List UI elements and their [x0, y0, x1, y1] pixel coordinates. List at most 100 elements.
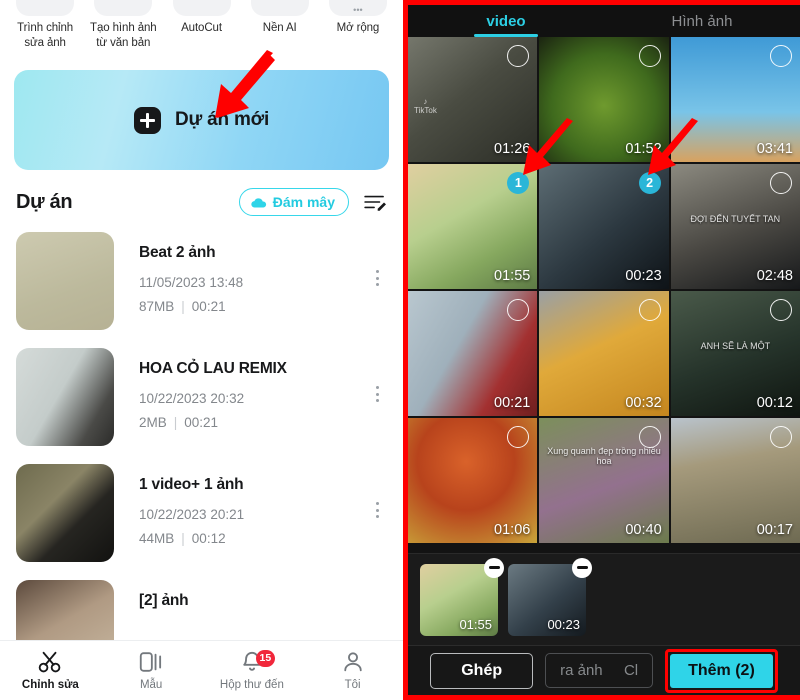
person-icon: [343, 652, 362, 672]
expand-icon: •••: [328, 0, 387, 16]
scissors-icon: [39, 651, 61, 673]
project-more-icon[interactable]: [367, 232, 387, 286]
feature-item-text-to-image[interactable]: Tạo hình ảnh từ văn bản: [84, 0, 162, 51]
new-project-button[interactable]: Dự án mới: [14, 70, 389, 170]
project-meta: 87MB | 00:21: [139, 299, 226, 314]
media-caption: Xung quanh đẹp trồng nhiều hoa: [547, 445, 661, 466]
media-duration: 01:26: [494, 141, 531, 157]
selected-chip[interactable]: 00:23: [508, 557, 592, 636]
action-bar: Ghép ra ảnh Cl Thêm (2): [408, 645, 800, 695]
select-order-badge[interactable]: 1: [507, 172, 530, 194]
chip-duration: 01:55: [459, 616, 492, 632]
media-cell[interactable]: 00:21: [408, 291, 538, 416]
project-thumbnail: [16, 464, 114, 562]
media-duration: 00:40: [625, 522, 662, 538]
media-cell[interactable]: 01:06: [408, 418, 538, 543]
nav-item-template[interactable]: Mẫu: [101, 650, 202, 691]
media-cell[interactable]: ♪ TikTok 01:26: [408, 37, 538, 162]
media-duration: 01:06: [494, 522, 531, 538]
nav-item-profile[interactable]: Tôi: [302, 650, 403, 691]
media-cell[interactable]: 00:17: [670, 418, 800, 543]
template-icon: [140, 652, 162, 672]
projects-section-header: Dự án Đám mây: [0, 170, 403, 226]
feature-label: Nền AI: [262, 22, 297, 34]
media-cell[interactable]: 2 00:23: [539, 164, 669, 289]
tab-image[interactable]: Hình ảnh: [604, 5, 800, 37]
tab-video[interactable]: video: [408, 5, 604, 37]
select-order-badge[interactable]: 2: [638, 172, 661, 194]
bottom-navigation: Chỉnh sửa Mẫu 15 Hộp thư đến Tôi: [0, 640, 403, 700]
select-circle-icon[interactable]: [638, 45, 661, 67]
table-row[interactable]: 1 video+ 1 ảnh 10/22/2023 20:21 44MB | 00:…: [0, 458, 403, 574]
feature-shortcut-row: Trình chỉnh sửa ảnh Tạo hình ảnh từ văn bả…: [0, 0, 403, 60]
extract-image-suffix: Cl: [623, 662, 639, 679]
selected-chip[interactable]: 01:55: [420, 557, 504, 636]
feature-item-autocut[interactable]: AutoCut: [162, 0, 240, 36]
autocut-icon: [172, 0, 231, 16]
cloud-icon: [251, 197, 266, 207]
minus-icon[interactable]: [484, 557, 504, 578]
project-thumbnail: [16, 348, 114, 446]
media-tabs: video Hình ảnh: [408, 5, 800, 37]
media-cell[interactable]: 1 01:55: [408, 164, 538, 289]
project-size: 44MB: [139, 531, 175, 546]
project-more-icon[interactable]: [367, 464, 387, 518]
select-circle-icon[interactable]: [769, 172, 792, 194]
table-row[interactable]: Beat 2 ảnh 11/05/2023 13:48 87MB | 00:21: [0, 226, 403, 342]
media-duration: 01:52: [625, 141, 662, 157]
new-project-label: Dự án mới: [174, 109, 270, 130]
sort-edit-icon[interactable]: [363, 193, 387, 211]
table-row[interactable]: HOA CỎ LAU REMIX 10/22/2023 20:32 2MB | 00…: [0, 342, 403, 458]
project-duration: 00:21: [184, 415, 219, 430]
select-circle-icon[interactable]: [769, 45, 792, 67]
inbox-badge: 15: [255, 650, 275, 667]
extract-image-button[interactable]: ra ảnh Cl: [545, 653, 654, 688]
project-meta: 2MB | 00:21: [139, 415, 219, 430]
media-duration: 00:17: [756, 522, 793, 538]
cloud-button[interactable]: Đám mây: [238, 188, 349, 216]
chip-duration: 00:23: [547, 616, 580, 632]
nav-item-inbox[interactable]: 15 Hộp thư đến: [202, 650, 303, 691]
nav-label: Tôi: [344, 679, 361, 691]
image-editor-icon: [16, 0, 75, 16]
feature-label: Trình chỉnh sửa ảnh: [17, 22, 74, 49]
feature-item-image-editor[interactable]: Trình chỉnh sửa ảnh: [6, 0, 84, 51]
nav-label: Mẫu: [139, 679, 163, 691]
project-more-icon[interactable]: [367, 348, 387, 402]
add-button[interactable]: Thêm (2): [670, 653, 773, 688]
minus-icon[interactable]: [572, 557, 592, 578]
select-circle-icon[interactable]: [769, 426, 792, 448]
media-cell[interactable]: 03:41: [670, 37, 800, 162]
media-cell[interactable]: ANH SẼ LÀ MỘT 00:12: [670, 291, 800, 416]
media-picker-panel: video Hình ảnh ♪ TikTok 01:26 01:52 03:41: [403, 0, 800, 700]
media-caption: ĐỢI ĐẾN TUYẾT TAN: [690, 214, 781, 224]
media-duration: 00:23: [625, 268, 662, 284]
media-cell[interactable]: ĐỢI ĐẾN TUYẾT TAN 02:48: [670, 164, 800, 289]
select-circle-icon[interactable]: [638, 426, 661, 448]
project-duration: 00:12: [191, 531, 226, 546]
feature-item-expand[interactable]: ••• Mở rộng: [319, 0, 397, 36]
select-circle-icon[interactable]: [769, 299, 792, 321]
project-name: 1 video+ 1 ảnh: [139, 476, 244, 493]
media-cell[interactable]: 01:52: [539, 37, 669, 162]
project-size: 87MB: [139, 299, 175, 314]
project-name: [2] ảnh: [139, 592, 189, 609]
nav-label: Hộp thư đến: [219, 679, 284, 691]
feature-item-ai-background[interactable]: Nền AI: [241, 0, 319, 36]
select-circle-icon[interactable]: [638, 299, 661, 321]
media-duration: 00:21: [494, 395, 531, 411]
media-cell[interactable]: Xung quanh đẹp trồng nhiều hoa 00:40: [539, 418, 669, 543]
media-duration: 00:32: [625, 395, 662, 411]
nav-item-edit[interactable]: Chỉnh sửa: [0, 650, 101, 691]
ai-background-icon: [250, 0, 309, 16]
media-cell[interactable]: 00:32: [539, 291, 669, 416]
select-circle-icon[interactable]: [507, 45, 530, 67]
project-thumbnail: [16, 232, 114, 330]
media-duration: 01:55: [494, 268, 531, 284]
merge-button[interactable]: Ghép: [430, 652, 534, 689]
select-circle-icon[interactable]: [507, 426, 530, 448]
screenshot-root: Trình chỉnh sửa ảnh Tạo hình ảnh từ văn bả…: [0, 0, 800, 700]
capcut-home-panel: Trình chỉnh sửa ảnh Tạo hình ảnh từ văn bả…: [0, 0, 403, 700]
select-circle-icon[interactable]: [507, 299, 530, 321]
tiktok-watermark: ♪ TikTok: [414, 97, 437, 115]
